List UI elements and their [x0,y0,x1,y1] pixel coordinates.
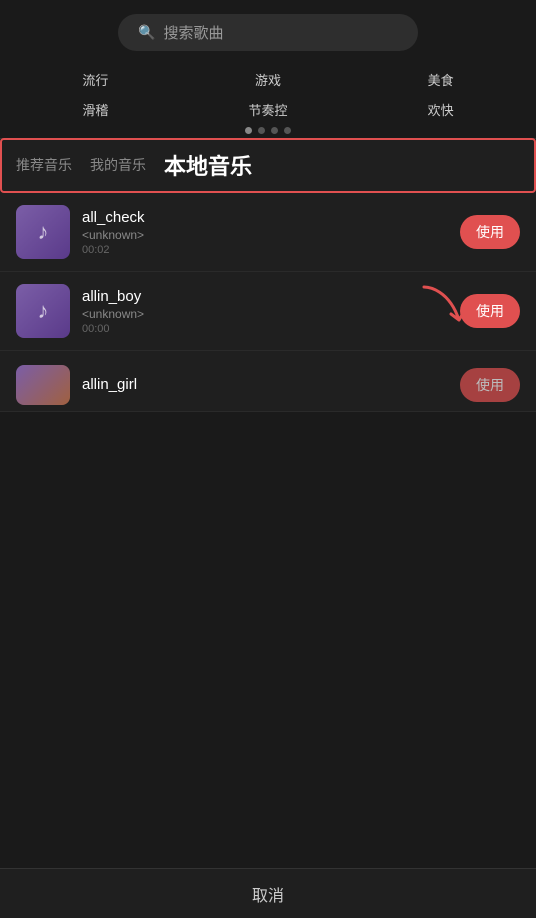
search-placeholder: 搜索歌曲 [163,22,223,43]
genre-label-food: 美食 [359,70,522,89]
genre-item-rock[interactable]: 节奏控 ROCK 节奏控 [187,95,350,119]
song-info-allin-boy: allin_boy <unknown> 00:00 [82,288,460,335]
song-artist-allin-boy: <unknown> [82,307,460,321]
music-note-icon: ♪ [38,219,49,245]
tab-local[interactable]: 本地音乐 [164,149,252,183]
song-thumb-allin-girl [16,365,70,405]
genre-grid: 流行 FASHION 流行 游戏 GAME 游戏 美食 FOOD [0,61,536,119]
genre-label-fashion: 流行 [14,70,177,89]
genre-label-game: 游戏 [187,70,350,89]
genre-row-1: 流行 FASHION 流行 游戏 GAME 游戏 美食 FOOD [14,65,522,89]
dot-2 [258,127,265,134]
song-duration-all-check: 00:02 [82,244,460,256]
genre-item-fashion[interactable]: 流行 FASHION 流行 [14,65,177,89]
song-list: ♪ all_check <unknown> 00:02 使用 ♪ allin_b… [0,193,536,412]
song-title-allin-girl: allin_girl [82,376,460,393]
tab-my[interactable]: 我的音乐 [90,155,146,177]
genre-row-2: 滑稽 FUNNY 滑稽 节奏控 ROCK 节奏控 欢快 HAPPY [14,95,522,119]
song-info-allin-girl: allin_girl [82,376,460,395]
pagination-dots [0,127,536,134]
genre-label-funny: 滑稽 [14,100,177,119]
song-artist-all-check: <unknown> [82,228,460,242]
dot-1 [245,127,252,134]
arrow-annotation [419,282,474,332]
music-note-icon-2: ♪ [38,298,49,324]
cancel-text[interactable]: 取消 [252,882,284,906]
tabs: 推荐音乐 我的音乐 本地音乐 [0,138,536,193]
use-button-all-check[interactable]: 使用 [460,215,520,249]
genre-label-happy: 欢快 [359,100,522,119]
song-thumb-allin-boy: ♪ [16,284,70,338]
use-button-allin-girl[interactable]: 使用 [460,368,520,402]
cancel-bar[interactable]: 取消 [0,868,536,918]
song-thumb-all-check: ♪ [16,205,70,259]
genre-label-rock: 节奏控 [187,100,350,119]
song-title-allin-boy: allin_boy [82,288,460,305]
song-info-all-check: all_check <unknown> 00:02 [82,209,460,256]
genre-item-happy[interactable]: 欢快 HAPPY 欢快 [359,95,522,119]
tabs-wrapper: 推荐音乐 我的音乐 本地音乐 [0,138,536,193]
song-title-all-check: all_check [82,209,460,226]
search-icon: 🔍 [138,24,155,41]
song-item-allin-girl: allin_girl 使用 [0,351,536,412]
genre-item-food[interactable]: 美食 FOOD 美食 [359,65,522,89]
song-item-allin-boy: ♪ allin_boy <unknown> 00:00 使用 [0,272,536,351]
dot-3 [271,127,278,134]
tab-recommend[interactable]: 推荐音乐 [16,155,72,177]
song-item-all-check: ♪ all_check <unknown> 00:02 使用 [0,193,536,272]
genre-item-game[interactable]: 游戏 GAME 游戏 [187,65,350,89]
song-duration-allin-boy: 00:00 [82,323,460,335]
search-bar: 🔍 搜索歌曲 [0,0,536,61]
genre-item-funny[interactable]: 滑稽 FUNNY 滑稽 [14,95,177,119]
dot-4 [284,127,291,134]
search-input-wrap[interactable]: 🔍 搜索歌曲 [118,14,418,51]
